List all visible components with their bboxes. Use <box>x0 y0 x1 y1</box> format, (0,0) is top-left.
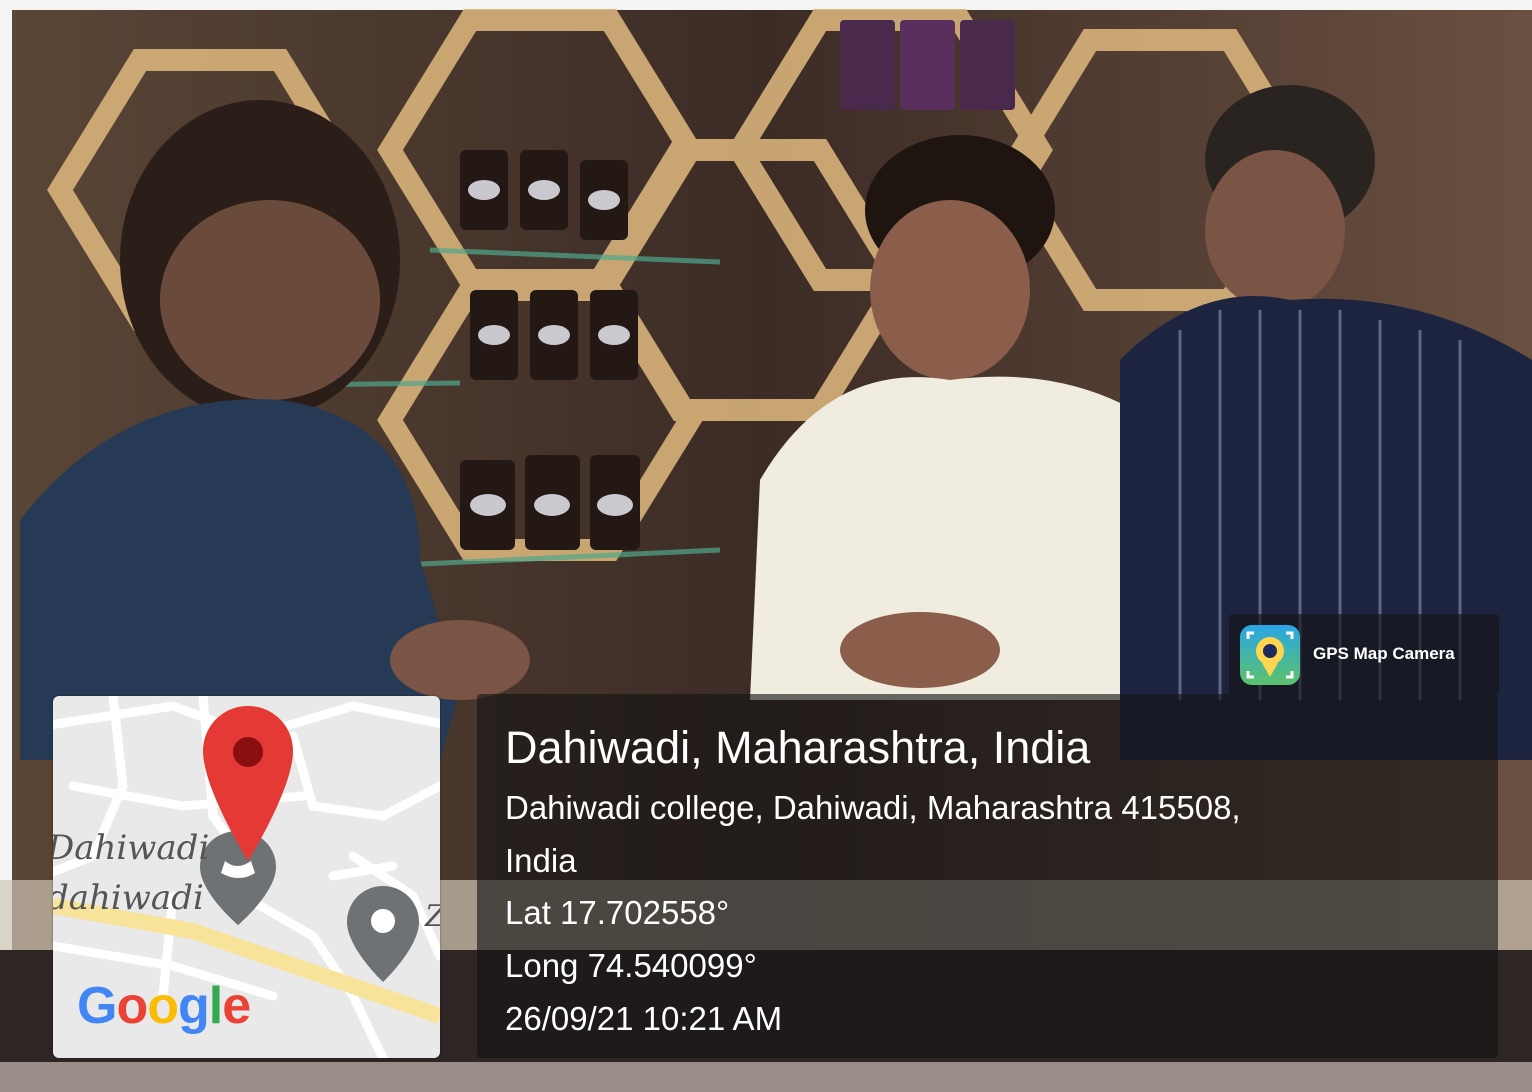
map-thumbnail[interactable]: Z Dahiwadi dahiwadi Google <box>53 696 440 1058</box>
place-title: Dahiwadi, Maharashtra, India <box>505 722 1091 773</box>
google-logo: Google <box>77 977 251 1035</box>
app-badge: GPS Map Camera <box>1229 614 1499 694</box>
app-name: GPS Map Camera <box>1313 644 1455 663</box>
location-info-panel: Dahiwadi, Maharashtra, India Dahiwadi co… <box>477 694 1498 1058</box>
latitude: Lat 17.702558° <box>505 894 730 931</box>
address-line-2: India <box>505 842 577 879</box>
map-label-dahiwadi-lower: dahiwadi <box>53 878 204 918</box>
gps-map-camera-icon <box>1240 625 1300 685</box>
map-label-dahiwadi: Dahiwadi <box>53 828 210 868</box>
grey-location-pin-icon <box>347 886 419 982</box>
longitude: Long 74.540099° <box>505 947 757 984</box>
svg-text:Z: Z <box>424 899 440 934</box>
address-line-1: Dahiwadi college, Dahiwadi, Maharashtra … <box>505 789 1241 826</box>
timestamp: 26/09/21 10:21 AM <box>505 1000 783 1037</box>
